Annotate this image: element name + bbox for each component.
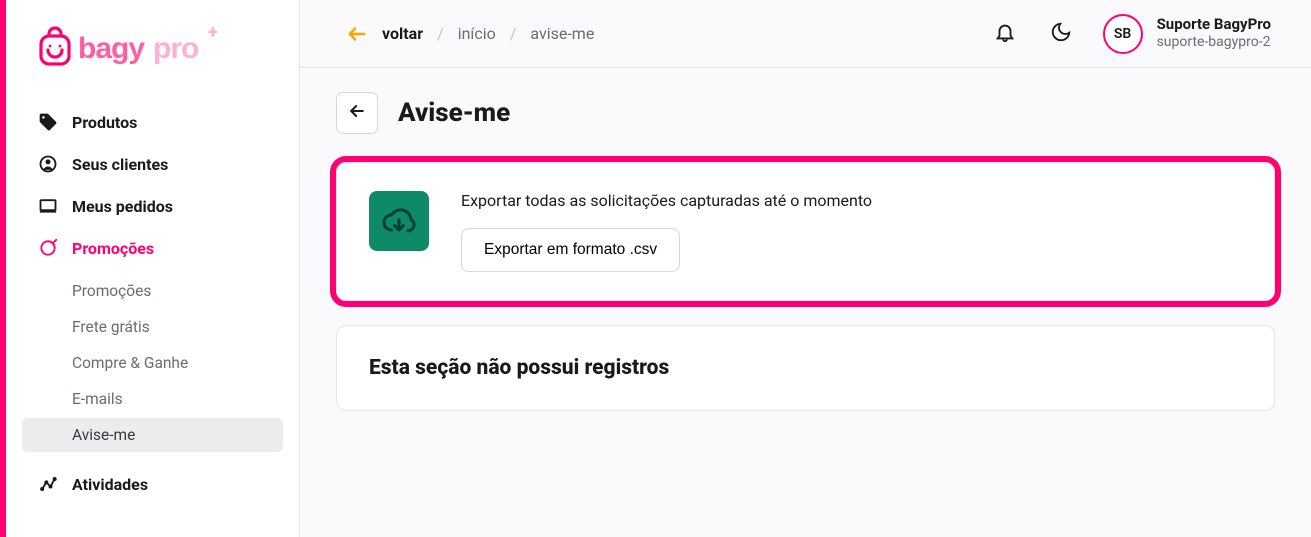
main: voltar / início / avise-me S <box>300 0 1311 537</box>
sidebar-item-clientes[interactable]: Seus clientes <box>22 144 283 184</box>
notifications-button[interactable] <box>991 20 1019 48</box>
export-description: Exportar todas as solicitações capturada… <box>461 191 872 210</box>
sidebar-item-atividades[interactable]: Atividades <box>22 464 283 504</box>
page-back-button[interactable] <box>336 92 378 134</box>
breadcrumb-current: avise-me <box>530 24 594 43</box>
svg-text:+: + <box>208 24 218 43</box>
sidebar-subitem-frete-gratis[interactable]: Frete grátis <box>22 310 283 344</box>
sidebar-item-label: Meus pedidos <box>72 197 173 216</box>
sidebar-subnav-promocoes: Promoções Frete grátis Compre & Ganhe E-… <box>22 274 283 452</box>
topbar: voltar / início / avise-me S <box>300 0 1311 68</box>
tag-icon <box>38 112 58 132</box>
cloud-download-icon <box>369 191 429 251</box>
empty-state-message: Esta seção não possui registros <box>369 356 1242 380</box>
sidebar-subitem-compre-ganhe[interactable]: Compre & Ganhe <box>22 346 283 380</box>
sidebar-item-label: Seus clientes <box>72 155 168 174</box>
target-icon <box>38 238 58 258</box>
theme-toggle[interactable] <box>1047 20 1075 48</box>
sidebar-item-produtos[interactable]: Produtos <box>22 102 283 142</box>
user-circle-icon <box>38 154 58 174</box>
user-slug: suporte-bagypro-2 <box>1157 34 1271 52</box>
sidebar-item-promocoes[interactable]: Promoções <box>22 228 283 268</box>
export-card: Exportar todas as solicitações capturada… <box>336 162 1275 301</box>
bell-icon <box>994 21 1016 47</box>
user-menu[interactable]: SB Suporte BagyPro suporte-bagypro-2 <box>1103 14 1271 54</box>
page-title: Avise-me <box>398 98 510 128</box>
page-header: Avise-me <box>336 92 1275 134</box>
empty-state-card: Esta seção não possui registros <box>336 325 1275 411</box>
svg-text:pro: pro <box>153 32 199 65</box>
breadcrumb-home[interactable]: início <box>458 24 496 43</box>
moon-icon <box>1050 21 1072 47</box>
sidebar: bagy pro + Produtos Seus clientes <box>6 0 300 537</box>
arrow-left-icon <box>347 101 367 125</box>
sidebar-subitem-avise-me[interactable]: Avise-me <box>22 418 283 452</box>
export-csv-button[interactable]: Exportar em formato .csv <box>461 228 680 272</box>
user-info: Suporte BagyPro suporte-bagypro-2 <box>1157 15 1271 51</box>
breadcrumb-separator: / <box>437 24 444 43</box>
brand-logo: bagy pro + <box>38 24 299 78</box>
sidebar-item-label: Produtos <box>72 113 137 132</box>
sidebar-item-label: Atividades <box>72 475 148 494</box>
svg-text:bagy: bagy <box>78 32 145 65</box>
activity-icon <box>38 474 58 494</box>
breadcrumb: voltar / início / avise-me <box>346 23 594 45</box>
sidebar-subitem-emails[interactable]: E-mails <box>22 382 283 416</box>
avatar: SB <box>1103 14 1143 54</box>
topbar-actions: SB Suporte BagyPro suporte-bagypro-2 <box>991 14 1271 54</box>
breadcrumb-back[interactable]: voltar <box>382 24 423 43</box>
sidebar-item-label: Promoções <box>72 239 154 258</box>
breadcrumb-separator: / <box>510 24 517 43</box>
sidebar-subitem-promocoes[interactable]: Promoções <box>22 274 283 308</box>
sidebar-item-pedidos[interactable]: Meus pedidos <box>22 186 283 226</box>
content: Avise-me Exportar todas as solicitações … <box>300 68 1311 435</box>
user-name: Suporte BagyPro <box>1157 15 1271 34</box>
arrow-left-icon <box>346 23 368 45</box>
sidebar-nav: Produtos Seus clientes Meus pedidos Prom… <box>6 102 299 504</box>
laptop-icon <box>38 196 58 216</box>
